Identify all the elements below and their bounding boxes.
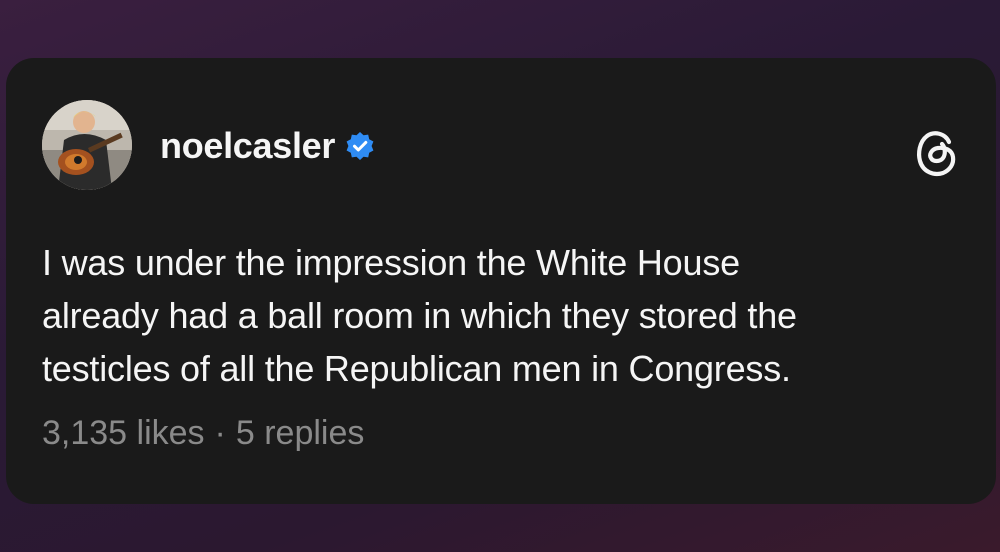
- post-stats: 3,135 likes · 5 replies: [42, 414, 364, 453]
- stats-separator: ·: [214, 414, 226, 452]
- replies-count[interactable]: 5 replies: [236, 414, 365, 453]
- threads-logo-icon[interactable]: [914, 128, 960, 178]
- avatar[interactable]: [42, 100, 132, 190]
- post-card[interactable]: noelcasler I was under the impression th…: [6, 58, 996, 504]
- post-text-line: I was under the impression the White Hou…: [42, 242, 740, 283]
- post-text: I was under the impression the White Hou…: [42, 236, 972, 395]
- author-row: noelcasler: [160, 124, 375, 168]
- post-text-line: already had a ball room in which they st…: [42, 295, 797, 336]
- username[interactable]: noelcasler: [160, 125, 335, 167]
- likes-count[interactable]: 3,135 likes: [42, 414, 205, 453]
- post-text-line: testicles of all the Republican men in C…: [42, 348, 791, 389]
- verified-badge-icon: [346, 132, 374, 160]
- avatar-image: [42, 100, 132, 190]
